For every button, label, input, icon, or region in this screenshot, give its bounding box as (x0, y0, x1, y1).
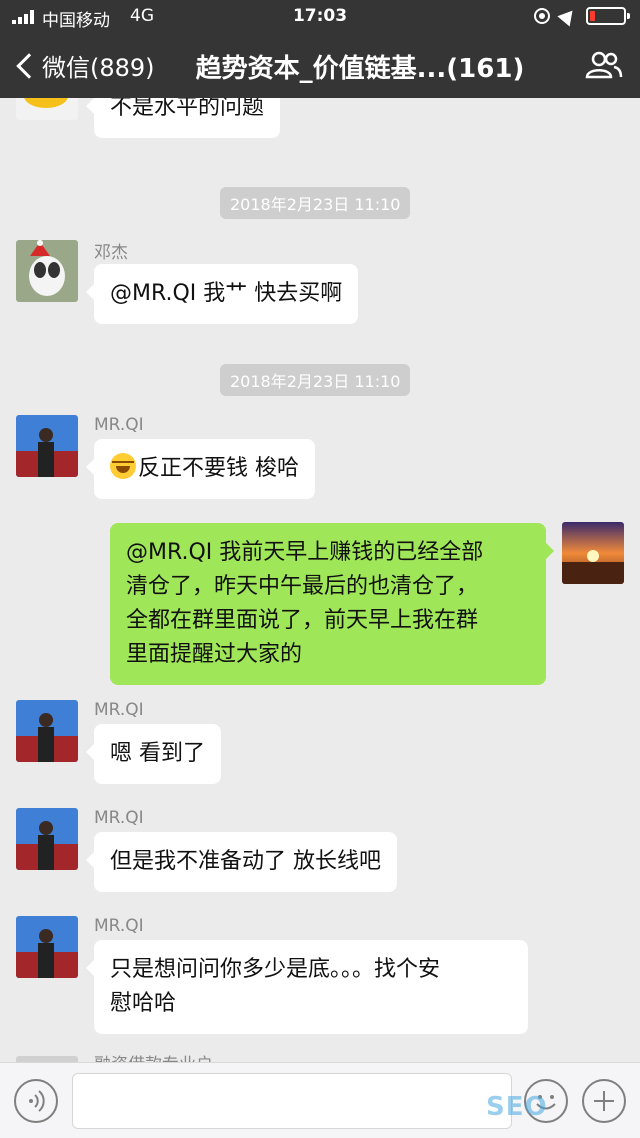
message-bubble[interactable]: 不是水平的问题 (85, 98, 281, 138)
message-bubble[interactable]: 但是我不准备动了 放长线吧 (86, 832, 397, 892)
avatar[interactable] (16, 916, 78, 978)
avatar-self[interactable] (562, 522, 624, 584)
back-label: 微信(889) (42, 54, 155, 82)
timestamp: 2018年2月23日 11:10 (220, 187, 411, 219)
message-line: 里面提醒过大家的 (126, 642, 303, 667)
plus-button[interactable] (582, 1079, 626, 1123)
sender-name: MR.QI (94, 916, 144, 936)
lock-rotation-icon (534, 8, 550, 24)
group-members-button[interactable] (584, 50, 624, 80)
location-icon (557, 5, 579, 27)
message-bubble[interactable]: 嗯 看到了 (86, 724, 221, 784)
sender-name: MR.QI (94, 700, 144, 720)
avatar[interactable] (16, 240, 78, 302)
message-row: @MR.QI 我前天早上赚钱的已经全部 清仓了，昨天中午最后的也清仓了， 全都在… (0, 522, 640, 685)
laugh-cry-emoji (110, 453, 136, 479)
chat-title: 趋势资本_价值链基...(161) (195, 54, 525, 84)
avatar[interactable] (16, 415, 78, 477)
message-row: 不是水平的问题 (0, 98, 640, 158)
message-line: @MR.QI 我前天早上赚钱的已经全部 (126, 540, 484, 565)
chevron-left-icon (16, 52, 42, 79)
message-bubble[interactable]: 只是想问问你多少是底。。。找个安 慰哈哈 (86, 940, 528, 1034)
battery-level (590, 11, 595, 21)
nav-bar: 微信(889) 趋势资本_价值链基...(161) (0, 34, 640, 98)
message-text: 反正不要钱 梭哈 (138, 456, 299, 481)
message-row: MR.QI 只是想问问你多少是底。。。找个安 慰哈哈 (0, 914, 640, 1044)
message-line: 慰哈哈 (110, 991, 177, 1016)
group-members-icon (585, 51, 623, 79)
watermark: SEO (486, 1092, 548, 1122)
sender-name: 融资借款专业户 (94, 1050, 213, 1062)
message-input[interactable] (72, 1073, 512, 1129)
header: 中国移动 4G 17:03 微信(889) 趋势资本_价值链基...(161) (0, 0, 640, 98)
avatar[interactable] (16, 808, 78, 870)
message-bubble[interactable]: @MR.QI 我艹 快去买啊 (85, 264, 359, 324)
back-button[interactable]: 微信(889) (12, 48, 155, 83)
sender-name: MR.QI (94, 415, 144, 435)
message-row: 邓杰 @MR.QI 我艹 快去买啊 (0, 238, 640, 338)
voice-icon (29, 1090, 45, 1112)
chat-area[interactable]: 不是水平的问题 2018年2月23日 11:10 邓杰 @MR.QI 我艹 快去… (0, 98, 640, 1062)
sender-name: 邓杰 (94, 243, 128, 263)
message-bubble[interactable]: 反正不要钱 梭哈 (86, 439, 315, 499)
avatar[interactable] (16, 98, 78, 120)
voice-button[interactable] (14, 1079, 58, 1123)
timestamp: 2018年2月23日 11:10 (220, 364, 411, 396)
message-line: 全都在群里面说了，前天早上我在群 (126, 608, 479, 633)
message-row: MR.QI 但是我不准备动了 放长线吧 (0, 806, 640, 906)
message-bubble[interactable]: @MR.QI 我前天早上赚钱的已经全部 清仓了，昨天中午最后的也清仓了， 全都在… (110, 523, 554, 685)
status-bar: 中国移动 4G 17:03 (0, 0, 640, 34)
avatar[interactable] (16, 700, 78, 762)
message-row: 融资借款专业户 (0, 1054, 640, 1062)
message-line: 清仓了，昨天中午最后的也清仓了， (126, 574, 479, 599)
battery-low-icon (586, 7, 630, 25)
message-row: MR.QI 嗯 看到了 (0, 698, 640, 798)
message-row: MR.QI 反正不要钱 梭哈 (0, 415, 640, 515)
message-line: 只是想问问你多少是底。。。找个安 (110, 957, 441, 982)
sender-name: MR.QI (94, 808, 144, 828)
